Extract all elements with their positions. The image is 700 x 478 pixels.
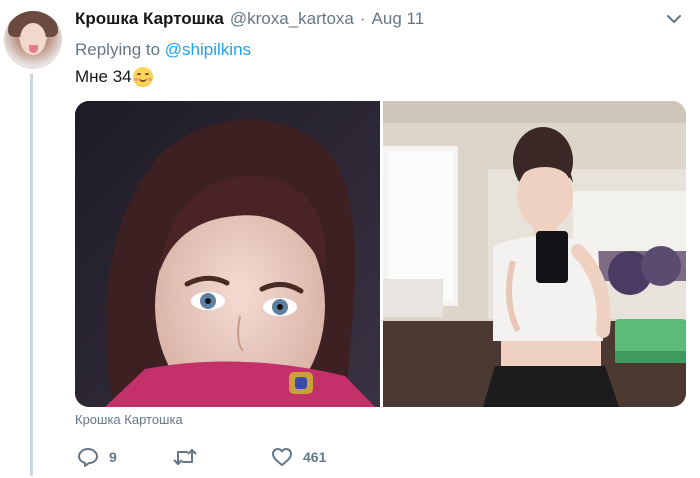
tweet-header: Крошка Картошка @kroxa_kartoxa · Aug 11: [75, 9, 424, 31]
replying-mention[interactable]: @shipilkins: [165, 40, 251, 59]
chevron-down-icon[interactable]: [667, 14, 681, 24]
replying-to: Replying to @shipilkins: [75, 40, 251, 60]
user-handle[interactable]: @kroxa_kartoxa: [230, 9, 354, 29]
like-button[interactable]: 461: [271, 444, 326, 470]
reply-icon: [78, 448, 98, 467]
tweet[interactable]: Крошка Картошка @kroxa_kartoxa · Aug 11 …: [0, 0, 700, 478]
thread-line: [30, 74, 33, 476]
tweet-text-content: Мне 34: [75, 67, 132, 86]
media-caption: Крошка Картошка: [75, 412, 183, 427]
retweet-icon: [173, 449, 197, 465]
photo-selfie-closeup-art: [75, 101, 380, 407]
avatar[interactable]: [4, 11, 62, 69]
separator: ·: [359, 9, 366, 28]
replying-prefix: Replying to: [75, 40, 161, 59]
timestamp[interactable]: Aug 11: [372, 9, 425, 29]
media-grid: [75, 101, 686, 407]
photo-mirror-selfie[interactable]: [383, 101, 686, 407]
retweet-button[interactable]: [173, 444, 207, 470]
reply-count: 9: [109, 449, 117, 465]
like-count: 461: [303, 449, 327, 465]
smiling-face-icon: [132, 67, 153, 87]
display-name[interactable]: Крошка Картошка: [75, 9, 224, 29]
tweet-text: Мне 34: [75, 67, 153, 87]
heart-icon: [272, 448, 292, 466]
reply-button[interactable]: 9: [77, 444, 117, 470]
photo-selfie-closeup[interactable]: [75, 101, 380, 407]
photo-mirror-selfie-art: [383, 101, 686, 407]
